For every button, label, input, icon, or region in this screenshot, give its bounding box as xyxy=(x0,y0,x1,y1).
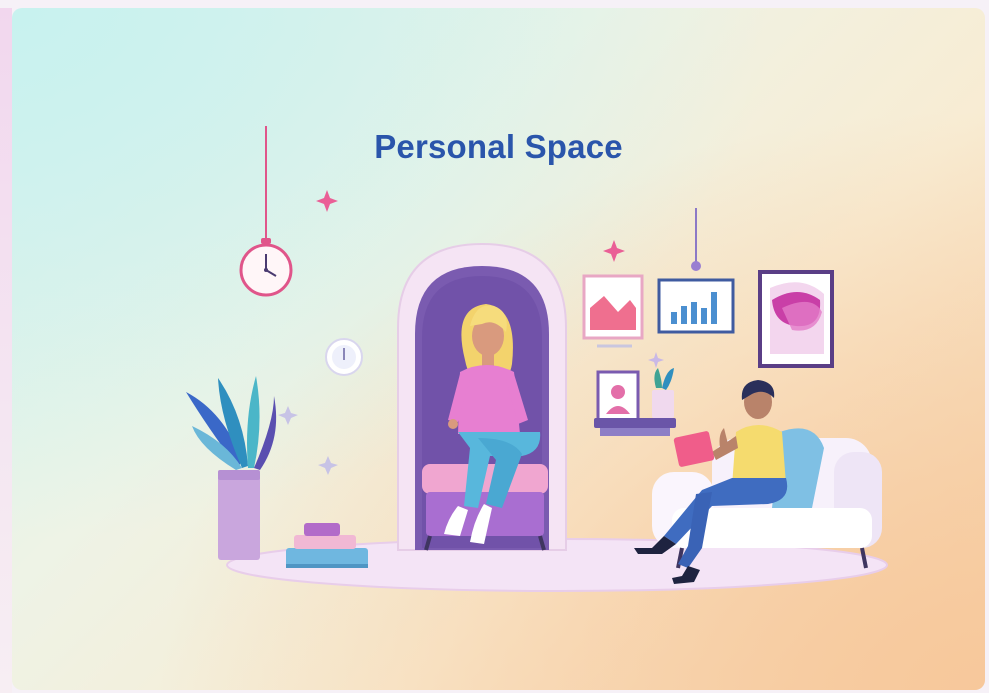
sparkle-icon xyxy=(603,240,625,262)
book-stack xyxy=(286,523,368,568)
image-frame: Personal Space xyxy=(0,0,989,693)
sparkle-icon xyxy=(648,352,664,368)
sparkle-icon xyxy=(316,190,338,212)
pink-landscape-frame xyxy=(582,274,644,348)
illustration-title: Personal Space xyxy=(374,128,623,165)
star-icon xyxy=(318,456,338,475)
abstract-art-frame xyxy=(758,270,834,368)
wall-badge xyxy=(325,338,363,376)
potted-plant-icon xyxy=(186,376,277,560)
photo-frame xyxy=(596,370,640,422)
bar-chart-frame-icon xyxy=(657,208,735,334)
left-edge-strip xyxy=(0,8,12,693)
illustration-card: Personal Space xyxy=(12,8,985,690)
personal-space-scene xyxy=(186,126,888,592)
wall-shelf xyxy=(594,418,676,428)
star-icon xyxy=(278,406,298,425)
small-plant xyxy=(652,368,674,418)
